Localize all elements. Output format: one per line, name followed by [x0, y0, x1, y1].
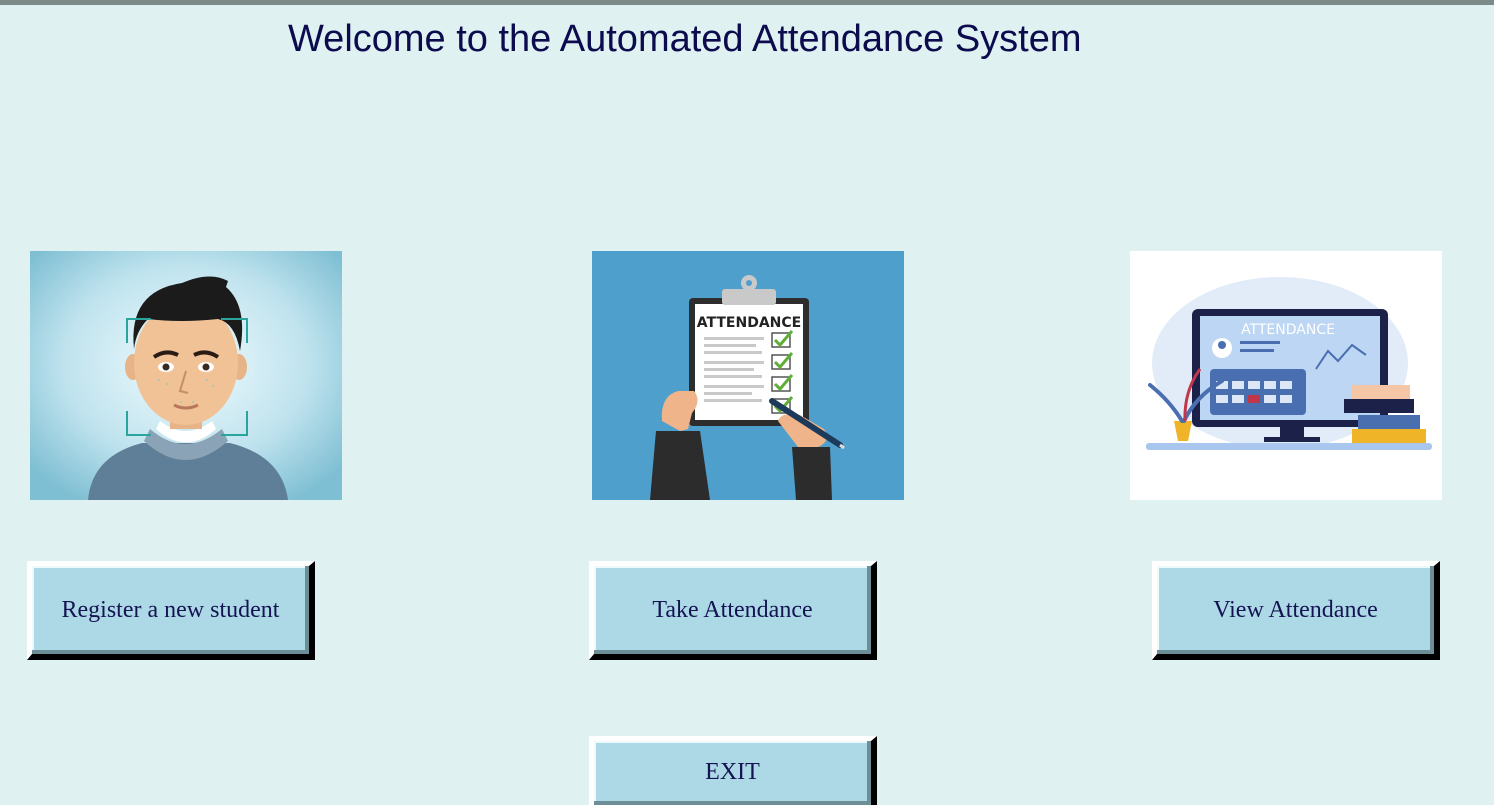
view-attendance-image: ATTENDANCE — [1130, 251, 1442, 500]
clipboard-heading-text: ATTENDANCE — [697, 315, 801, 331]
face-scan-icon — [30, 251, 342, 500]
monitor-heading-text: ATTENDANCE — [1241, 322, 1335, 338]
window-top-border — [0, 0, 1494, 5]
exit-button[interactable]: EXIT — [589, 736, 877, 805]
take-attendance-image: ATTENDANCE — [592, 251, 904, 500]
register-student-button[interactable]: Register a new student — [27, 561, 315, 660]
page-title: Welcome to the Automated Attendance Syst… — [288, 18, 1082, 60]
clipboard-icon: ATTENDANCE — [592, 251, 904, 500]
take-attendance-button[interactable]: Take Attendance — [589, 561, 877, 660]
monitor-icon: ATTENDANCE — [1130, 251, 1442, 500]
view-attendance-button[interactable]: View Attendance — [1152, 561, 1440, 660]
face-recognition-image — [30, 251, 342, 500]
